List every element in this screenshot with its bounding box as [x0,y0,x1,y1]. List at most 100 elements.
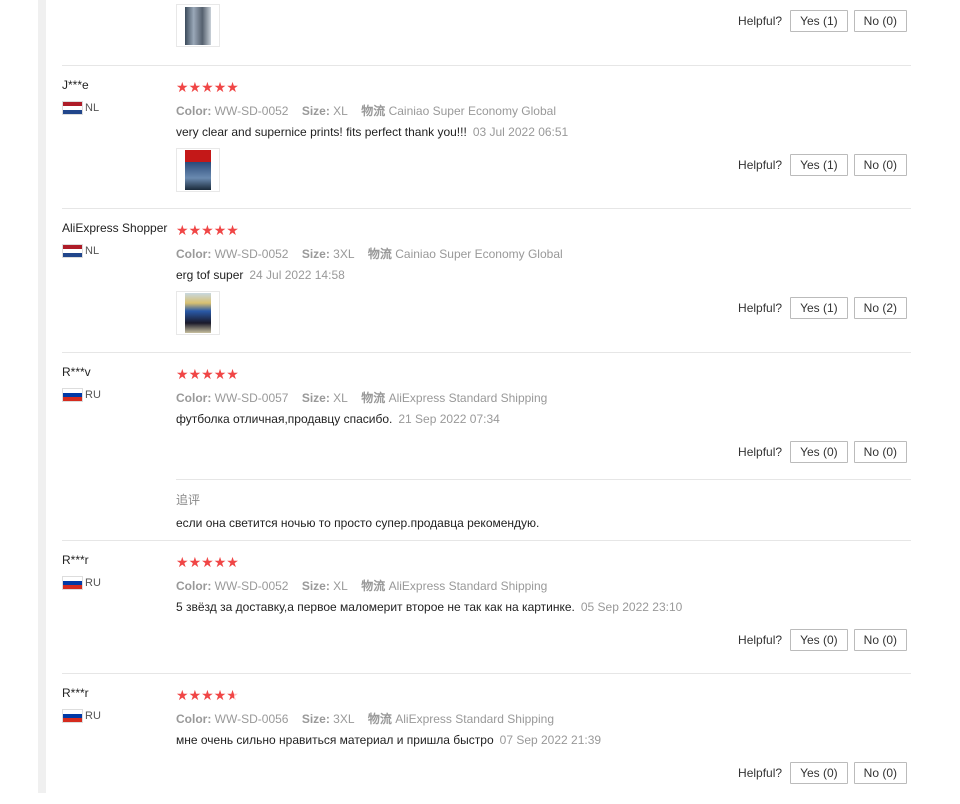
left-scroll-gutter [38,0,46,793]
star-icon: ★ [226,366,239,382]
helpful-votes: Helpful? Yes (1) No (0) [738,10,907,32]
star-icon: ★ [213,366,227,382]
helpful-no-button[interactable]: No (0) [853,762,907,784]
color-value: WW-SD-0056 [214,712,289,726]
russia-flag-icon [62,388,83,402]
star-icon: ★ [213,554,227,570]
review-item-partial: Helpful? Yes (1) No (0) [62,0,911,66]
star-icon: ★ [176,687,189,703]
helpful-votes: Helpful? Yes (0) No (0) [738,762,907,784]
star-icon: ★ [188,554,202,570]
shipping-label: 物流 [367,712,392,726]
review-item: R***r RU ★ ★ ★ ★ ★ Color: WW-SD-0052 Size: X… [62,541,911,674]
size-label: Size: [301,712,330,726]
review-item: R***r RU ★ ★ ★ ★ ★ Color: WW-SD-0056 Size: 3… [62,674,911,804]
country-code: NL [85,245,100,257]
color-label: Color: [176,712,212,726]
color-value: WW-SD-0052 [214,579,289,593]
star-icon: ★ [213,79,227,95]
netherlands-flag-icon [62,244,83,258]
star-icon: ★ [176,222,189,238]
color-label: Color: [176,104,212,118]
helpful-yes-button[interactable]: Yes (0) [790,762,848,784]
rating-stars: ★ ★ ★ ★ ★ [176,688,239,702]
star-half-icon: ★ [226,687,239,703]
review-body: футболка отличная,продавцу спасибо. [176,412,393,426]
review-date: 05 Sep 2022 23:10 [580,600,683,614]
shipping-value: Cainiao Super Economy Global [395,247,563,261]
color-value: WW-SD-0052 [214,104,289,118]
helpful-no-button[interactable]: No (0) [853,629,907,651]
netherlands-flag-icon [62,101,83,115]
shipping-label: 物流 [361,391,386,405]
review-date: 07 Sep 2022 21:39 [499,733,602,747]
helpful-no-button[interactable]: No (0) [853,441,907,463]
star-icon: ★ [188,79,202,95]
reviewer-country: RU [62,576,101,590]
shipping-label: 物流 [367,247,392,261]
helpful-votes: Helpful? Yes (1) No (2) [738,297,907,319]
star-icon: ★ [201,222,214,238]
helpful-yes-button[interactable]: Yes (1) [790,10,848,32]
review-photo-thumbnail[interactable] [176,4,220,47]
star-icon: ★ [213,687,227,703]
color-label: Color: [176,391,212,405]
size-value: XL [333,104,348,118]
helpful-label: Helpful? [738,301,783,315]
color-value: WW-SD-0057 [214,391,289,405]
color-value: WW-SD-0052 [214,247,289,261]
russia-flag-icon [62,576,83,590]
shipping-label: 物流 [361,104,386,118]
star-icon: ★ [226,554,239,570]
order-attributes: Color: WW-SD-0052 Size: XL 物流 Cainiao Su… [176,102,556,119]
order-attributes: Color: WW-SD-0052 Size: 3XL 物流 Cainiao S… [176,245,563,262]
country-code: RU [85,389,101,401]
helpful-yes-button[interactable]: Yes (0) [790,629,848,651]
star-icon: ★ [226,79,239,95]
helpful-no-button[interactable]: No (2) [853,297,907,319]
reviewer-name: R***r [62,686,89,700]
reviewer-name: AliExpress Shopper [62,221,168,235]
review-item: AliExpress Shopper NL ★ ★ ★ ★ ★ Color: WW-SD… [62,209,911,353]
reviewer-name: J***e [62,78,89,92]
rating-stars: ★ ★ ★ ★ ★ [176,555,239,569]
helpful-yes-button[interactable]: Yes (1) [790,297,848,319]
star-icon: ★ [201,554,214,570]
review-date: 24 Jul 2022 14:58 [249,268,345,282]
followup-divider [176,479,911,480]
order-attributes: Color: WW-SD-0057 Size: XL 物流 AliExpress… [176,389,547,406]
star-icon: ★ [188,222,202,238]
country-code: RU [85,577,101,589]
review-text: erg tof super 24 Jul 2022 14:58 [176,268,345,282]
helpful-votes: Helpful? Yes (1) No (0) [738,154,907,176]
shipping-value: Cainiao Super Economy Global [388,104,556,118]
size-label: Size: [301,391,330,405]
size-label: Size: [301,247,330,261]
review-item: J***e NL ★ ★ ★ ★ ★ Color: WW-SD-0052 Size: X… [62,66,911,209]
review-photo-thumbnail[interactable] [176,148,220,192]
review-item: R***v RU ★ ★ ★ ★ ★ Color: WW-SD-0057 Size: X… [62,353,911,541]
color-label: Color: [176,247,212,261]
review-date: 03 Jul 2022 06:51 [472,125,569,139]
followup-text: если она светится ночью то просто супер.… [176,516,540,530]
reviewer-country: RU [62,388,101,402]
shipping-label: 物流 [361,579,386,593]
helpful-no-button[interactable]: No (0) [853,154,907,176]
review-photo-thumbnail[interactable] [176,291,220,335]
helpful-no-button[interactable]: No (0) [853,10,907,32]
reviewer-country: NL [62,101,99,115]
helpful-yes-button[interactable]: Yes (0) [790,441,848,463]
review-list: Helpful? Yes (1) No (0) J***e NL ★ ★ ★ ★ ★ C… [62,0,911,804]
review-text: very clear and supernice prints! fits pe… [176,125,568,139]
review-body: мне очень сильно нравиться материал и пр… [176,733,494,747]
followup-label: 追评 [176,493,201,507]
size-value: XL [333,579,348,593]
star-icon: ★ [213,222,227,238]
size-value: 3XL [333,712,355,726]
star-icon: ★ [201,687,214,703]
star-icon: ★ [188,366,202,382]
helpful-votes: Helpful? Yes (0) No (0) [738,441,907,463]
helpful-yes-button[interactable]: Yes (1) [790,154,848,176]
size-value: XL [333,391,348,405]
helpful-label: Helpful? [738,633,783,647]
